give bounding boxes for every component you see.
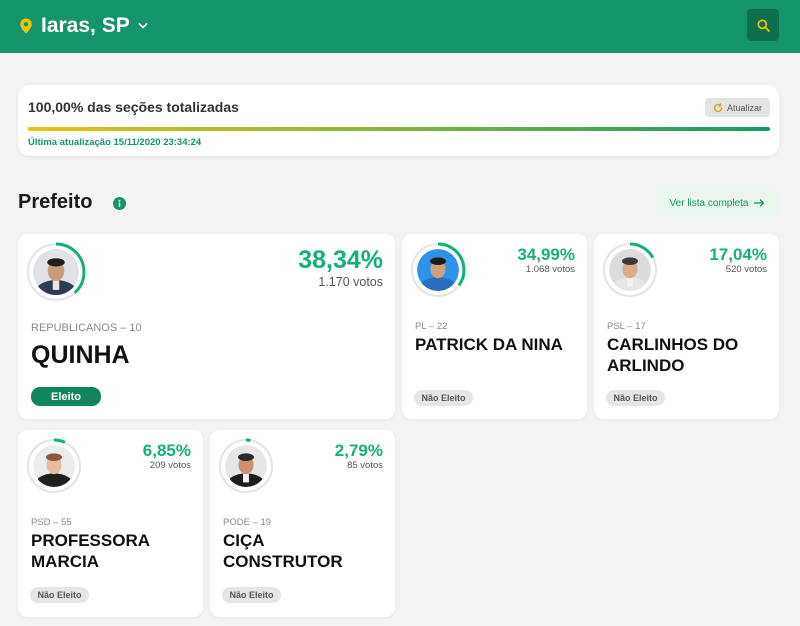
candidate-card[interactable]: 34,99% 1.068 votos PL – 22 PATRICK DA NI… — [402, 234, 587, 419]
candidate-votes: 209 votos — [149, 460, 191, 471]
candidate-party: PSD – 55 — [31, 517, 72, 528]
candidate-name: QUINHA — [31, 341, 130, 369]
not-elected-badge: Não Eleito — [606, 390, 665, 406]
candidate-card[interactable]: 6,85% 209 votos PSD – 55 PROFESSORA MARC… — [18, 430, 203, 617]
candidate-name: CIÇA CONSTRUTOR — [223, 531, 343, 572]
candidate-percent: 17,04% — [709, 245, 767, 264]
vote-share-ring — [26, 438, 82, 494]
not-elected-badge: Não Eleito — [30, 587, 89, 603]
arrow-right-icon — [754, 199, 765, 207]
full-list-label: Ver lista completa — [669, 197, 749, 209]
location-name: Iaras, SP — [41, 14, 130, 37]
candidate-percent: 2,79% — [334, 441, 383, 460]
vote-share-ring — [410, 242, 466, 298]
last-update-text: Última atualização 15/11/2020 23:34:24 — [28, 137, 202, 148]
candidate-avatar — [410, 242, 466, 298]
candidate-party: PSL – 17 — [607, 321, 646, 332]
totalization-progress-bar — [28, 127, 770, 131]
candidate-party: PODE – 19 — [223, 517, 272, 528]
vote-share-ring — [218, 438, 274, 494]
location-selector[interactable]: Iaras, SP — [19, 13, 148, 39]
candidate-avatar — [602, 242, 658, 298]
candidate-name: CARLINHOS DO ARLINDO — [607, 335, 739, 376]
section-title: Prefeito — [18, 191, 93, 213]
candidate-votes: 520 votos — [725, 264, 767, 275]
candidate-avatar — [26, 242, 86, 302]
totalization-title: 100,00% das seções totalizadas — [28, 99, 239, 115]
candidate-party: PL – 22 — [415, 321, 448, 332]
candidate-card[interactable]: 2,79% 85 votos PODE – 19 CIÇA CONSTRUTOR… — [210, 430, 395, 617]
candidate-card[interactable]: 38,34% 1.170 votos REPUBLICANOS – 10 QUI… — [18, 234, 395, 419]
vote-share-ring — [26, 242, 86, 302]
not-elected-badge: Não Eleito — [222, 587, 281, 603]
candidate-votes: 85 votos — [347, 460, 383, 471]
refresh-button[interactable]: Atualizar — [705, 98, 770, 117]
refresh-label: Atualizar — [726, 102, 762, 113]
candidate-percent: 34,99% — [517, 245, 575, 264]
not-elected-badge: Não Eleito — [414, 390, 473, 406]
info-icon[interactable] — [113, 197, 126, 210]
chevron-down-icon — [138, 23, 148, 29]
candidate-name: PATRICK DA NINA — [415, 335, 563, 354]
candidate-party: REPUBLICANOS – 10 — [31, 322, 142, 334]
candidate-percent: 38,34% — [298, 246, 383, 274]
search-icon — [756, 18, 770, 32]
map-pin-icon — [20, 18, 32, 34]
progress-fill — [28, 127, 770, 131]
search-button[interactable] — [747, 9, 779, 41]
candidate-votes: 1.170 votos — [318, 275, 383, 289]
refresh-icon — [713, 102, 723, 112]
candidate-percent: 6,85% — [142, 441, 191, 460]
candidate-name: PROFESSORA MARCIA — [31, 531, 150, 572]
candidate-avatar — [26, 438, 82, 494]
candidate-card[interactable]: 17,04% 520 votos PSL – 17 CARLINHOS DO A… — [594, 234, 779, 419]
candidate-votes: 1.068 votos — [525, 264, 575, 275]
vote-share-ring — [602, 242, 658, 298]
elected-badge: Eleito — [31, 387, 101, 406]
totalization-card: 100,00% das seções totalizadas Atualizar… — [18, 85, 779, 156]
top-bar: Iaras, SP — [0, 0, 800, 53]
candidate-avatar — [218, 438, 274, 494]
full-list-link[interactable]: Ver lista completa — [656, 189, 779, 217]
